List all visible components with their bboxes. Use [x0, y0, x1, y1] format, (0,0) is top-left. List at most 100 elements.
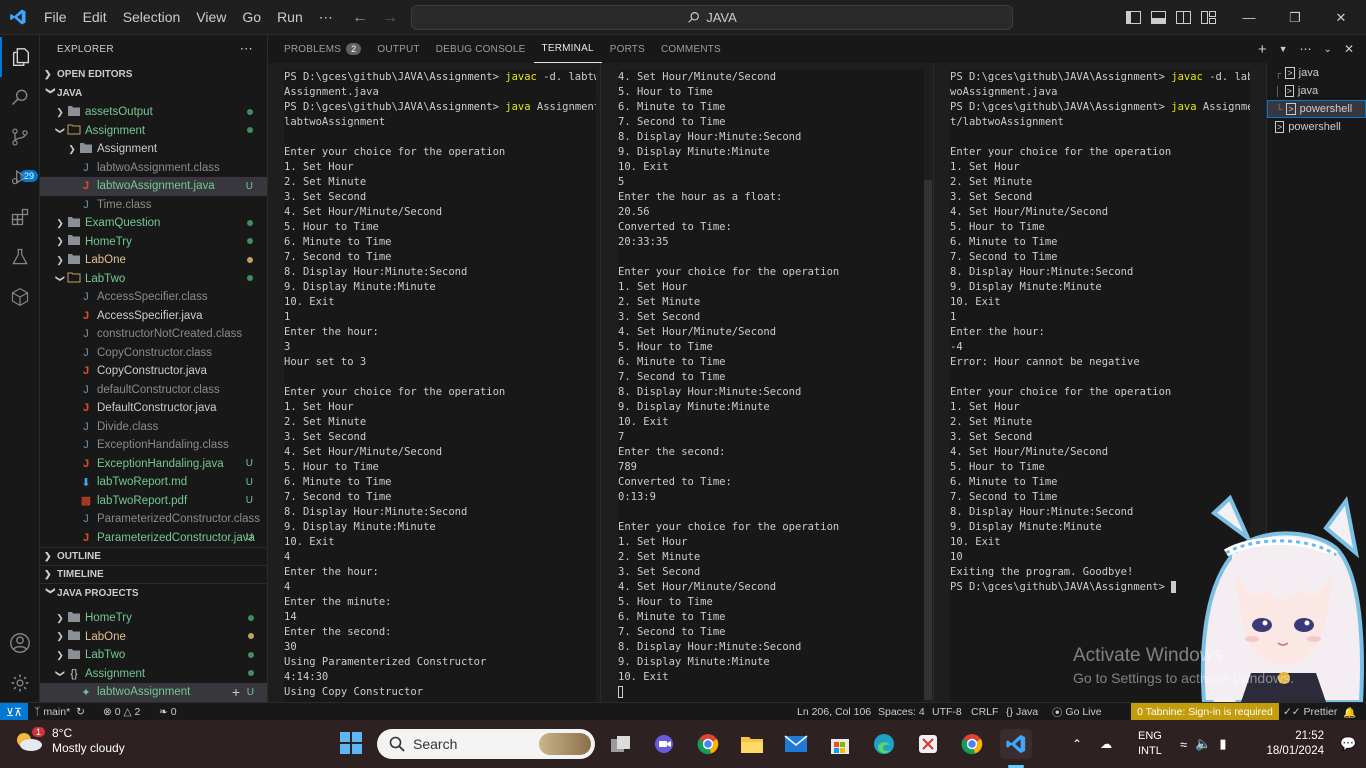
tree-file-item[interactable]: J ParameterizedConstructor.class	[40, 510, 267, 529]
toggle-secondary-sidebar-icon[interactable]	[1176, 11, 1191, 24]
tree-folder-item[interactable]: ❯ {} Assignment	[40, 665, 267, 684]
more-actions-icon[interactable]: ⋯	[1300, 42, 1312, 56]
tree-folder-item[interactable]: ❯ ExamQuestion	[40, 214, 267, 233]
tree-file-item[interactable]: JconstructorNotCreated.class	[40, 325, 267, 344]
tab-ports[interactable]: PORTS	[602, 35, 653, 63]
terminal-item-java[interactable]: ┌ > java	[1267, 64, 1366, 82]
tree-file-item[interactable]: JdefaultConstructor.class	[40, 381, 267, 400]
menu-go[interactable]: Go	[234, 0, 269, 35]
chevron-down-icon[interactable]: ▼	[1279, 44, 1288, 54]
snipping-tool-icon[interactable]	[914, 730, 942, 758]
show-hidden-icons-chevron-icon[interactable]: ⌃	[1072, 737, 1082, 751]
terminal-item-powershell[interactable]: > powershell	[1267, 118, 1366, 136]
java-projects-icon[interactable]	[0, 277, 40, 317]
tree-file-item[interactable]: JlabtwoAssignment.java U	[40, 177, 267, 196]
end-of-line[interactable]: CRLF	[971, 703, 998, 721]
tab-debug-console[interactable]: DEBUG CONSOLE	[428, 35, 534, 63]
tab-terminal[interactable]: TERMINAL	[533, 35, 602, 63]
source-control-icon[interactable]	[0, 117, 40, 157]
account-icon[interactable]	[0, 623, 40, 663]
run-debug-icon[interactable]	[0, 157, 40, 197]
tree-file-item[interactable]: JlabtwoAssignment.class	[40, 159, 267, 178]
search-icon[interactable]	[0, 77, 40, 117]
tree-folder-item[interactable]: ❯ assetsOutput	[40, 103, 267, 122]
tree-folder-item[interactable]: ❯ HomeTry	[40, 233, 267, 252]
restore-icon[interactable]: ❐	[1272, 10, 1318, 26]
terminal-scrollbar[interactable]	[924, 180, 932, 700]
tree-file-item[interactable]: J ParameterizedConstructor.java U	[40, 529, 267, 548]
tree-file-item[interactable]: J ExceptionHandaling.class	[40, 436, 267, 455]
testing-flask-icon[interactable]	[0, 237, 40, 277]
ports-status[interactable]: ❧ 0	[159, 703, 177, 721]
terminal-item-powershell[interactable]: └ > powershell	[1267, 100, 1366, 118]
new-file-plus-icon[interactable]: +	[232, 684, 240, 700]
tree-file-item[interactable]: J ExceptionHandaling.java U	[40, 455, 267, 474]
tab-problems[interactable]: PROBLEMS 2	[268, 35, 369, 63]
go-live-button[interactable]: ⦿ Go Live	[1052, 703, 1102, 721]
file-explorer-icon[interactable]	[738, 730, 766, 758]
clock[interactable]: 21:52 18/01/2024	[1258, 720, 1324, 768]
explorer-files-icon[interactable]	[0, 37, 40, 77]
menu-view[interactable]: View	[188, 0, 234, 35]
toggle-panel-icon[interactable]	[1151, 11, 1166, 24]
toggle-sidebar-icon[interactable]	[1126, 11, 1141, 24]
timeline-section[interactable]: ❯ TIMELINE	[40, 565, 267, 584]
terminal-pane-1[interactable]: PS D:\gces\github\JAVA\Assignment> javac…	[284, 70, 596, 702]
settings-gear-icon[interactable]	[0, 663, 40, 703]
tree-file-item[interactable]: J AccessSpecifier.class	[40, 288, 267, 307]
tree-file-item[interactable]: J DefaultConstructor.java	[40, 399, 267, 418]
open-editors-section[interactable]: ❯ OPEN EDITORS	[40, 65, 267, 84]
tree-folder-item[interactable]: ❯ Assignment	[40, 122, 267, 141]
input-language[interactable]: ENG INTL	[1138, 720, 1162, 768]
tab-comments[interactable]: COMMENTS	[653, 35, 729, 63]
edge-browser-icon[interactable]	[870, 730, 898, 758]
tree-folder-item[interactable]: ❯ HomeTry	[40, 609, 267, 628]
tree-file-item[interactable]: ▩ labTwoReport.pdf U	[40, 492, 267, 511]
tree-folder-item[interactable]: ❯ LabOne	[40, 628, 267, 647]
tabnine-status[interactable]: 0 Tabnine: Sign-in is required	[1131, 703, 1279, 721]
prettier-status[interactable]: ✓✓ Prettier	[1283, 703, 1337, 721]
problems-summary[interactable]: ⊗ 0 △ 2	[103, 703, 140, 721]
taskbar-search-box[interactable]: Search	[377, 729, 595, 759]
onedrive-cloud-icon[interactable]: ☁	[1100, 737, 1112, 751]
sync-icon[interactable]: ↻	[76, 706, 85, 718]
weather-widget[interactable]: 1 8°C Mostly cloudy	[14, 726, 125, 756]
tree-folder-item[interactable]: ❯ LabTwo	[40, 646, 267, 665]
explorer-more-icon[interactable]: ⋯	[240, 41, 253, 57]
menu-selection[interactable]: Selection	[115, 0, 189, 35]
chrome-browser-icon[interactable]	[958, 730, 986, 758]
tree-folder-item[interactable]: ❯ LabOne	[40, 251, 267, 270]
close-icon[interactable]: ✕	[1318, 10, 1364, 26]
menu-edit[interactable]: Edit	[75, 0, 115, 35]
tree-file-item[interactable]: J Time.class	[40, 196, 267, 215]
notifications-bell-icon[interactable]: 🔔	[1343, 703, 1356, 721]
tree-folder-item[interactable]: ❯ LabTwo	[40, 270, 267, 289]
java-projects-section[interactable]: ❯ JAVA PROJECTS	[40, 584, 267, 603]
close-panel-icon[interactable]: ✕	[1344, 42, 1354, 56]
extensions-icon[interactable]	[0, 197, 40, 237]
cursor-position[interactable]: Ln 206, Col 106	[797, 703, 871, 721]
remote-indicator-icon[interactable]: ⊻⊼	[0, 703, 28, 721]
tree-file-item[interactable]: ⬇ labTwoReport.md U	[40, 473, 267, 492]
forward-arrow-icon[interactable]: →	[382, 9, 398, 27]
menu-run[interactable]: Run	[269, 0, 311, 35]
tree-file-item[interactable]: ✦ labtwoAssignment U +	[40, 683, 267, 702]
new-terminal-plus-icon[interactable]: +	[1258, 41, 1267, 58]
terminal-pane-2[interactable]: 4. Set Hour/Minute/Second 5. Hour to Time…	[618, 70, 924, 702]
tree-file-item[interactable]: J AccessSpecifier.java	[40, 307, 267, 326]
outline-section[interactable]: ❯ OUTLINE	[40, 547, 267, 566]
git-branch[interactable]: ᛉ main* ↻	[34, 703, 85, 721]
microsoft-store-icon[interactable]	[826, 730, 854, 758]
java-root-section[interactable]: ❯ JAVA	[40, 84, 267, 103]
terminal-splitter[interactable]	[600, 63, 601, 702]
menu-more[interactable]: ⋯	[311, 0, 341, 35]
language-mode[interactable]: {} Java	[1006, 703, 1038, 721]
maximize-panel-chevron-icon[interactable]: ⌄	[1324, 44, 1332, 55]
terminal-item-java[interactable]: │ > java	[1267, 82, 1366, 100]
chrome-profile-icon[interactable]	[694, 730, 722, 758]
tab-output[interactable]: OUTPUT	[369, 35, 427, 63]
terminal-splitter[interactable]	[933, 63, 934, 702]
vscode-taskbar-icon[interactable]	[1000, 729, 1032, 759]
minimize-icon[interactable]: —	[1226, 10, 1272, 25]
tree-file-item[interactable]: J CopyConstructor.class	[40, 344, 267, 363]
